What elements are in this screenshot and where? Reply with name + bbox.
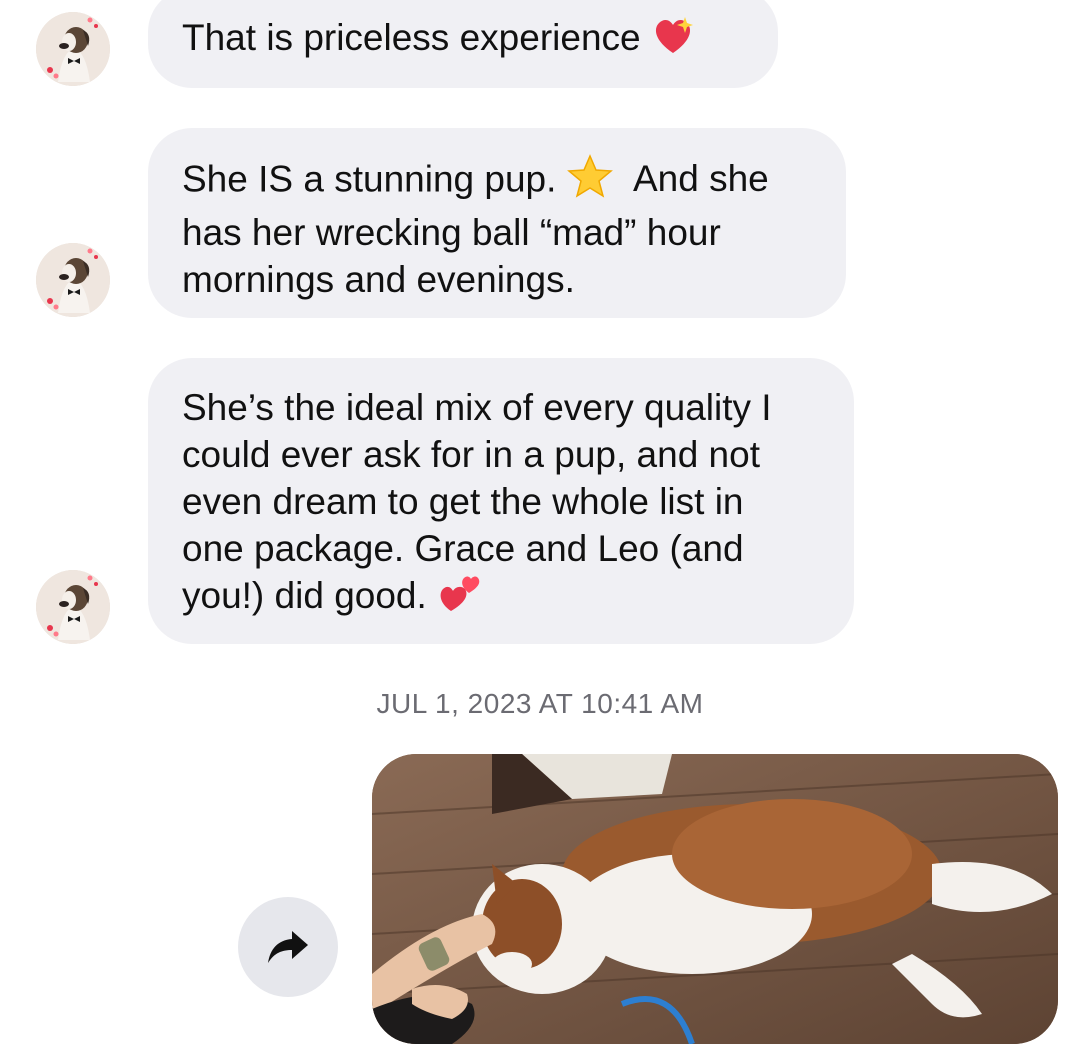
share-button[interactable] [238,897,338,997]
message-text: And she [632,158,769,200]
message-text: one package. Grace and Leo (and [182,528,744,569]
shared-photo[interactable] [372,754,1058,1044]
sparkling-heart-emoji [651,15,695,66]
message-text: That is priceless experience [182,17,641,58]
message-text: She IS a stunning pup. [182,158,557,200]
message-bubble[interactable]: That is priceless experience [148,0,778,88]
dog-avatar-icon [36,12,110,86]
star-emoji [566,154,613,209]
share-arrow-icon [268,931,308,963]
puppy-photo [372,754,1058,1044]
message-bubble[interactable]: She’s the ideal mix of every quality I c… [148,358,854,644]
message-text: has her wrecking ball “mad” hour [182,212,721,253]
message-text: you!) did good. [182,575,427,616]
message-text: mornings and evenings. [182,259,575,300]
message-text: She’s the ideal mix of every quality I [182,387,772,428]
message-text: even dream to get the whole list in [182,481,744,522]
contact-avatar[interactable] [36,12,110,86]
contact-avatar[interactable] [36,570,110,644]
dog-avatar-icon [36,243,110,317]
message-text: could ever ask for in a pup, and not [182,434,760,475]
message-bubble[interactable]: She IS a stunning pup. And she has her w… [148,128,846,318]
two-hearts-emoji [437,573,481,624]
dog-avatar-icon [36,570,110,644]
contact-avatar[interactable] [36,243,110,317]
timestamp: JUL 1, 2023 AT 10:41 AM [376,688,704,719]
